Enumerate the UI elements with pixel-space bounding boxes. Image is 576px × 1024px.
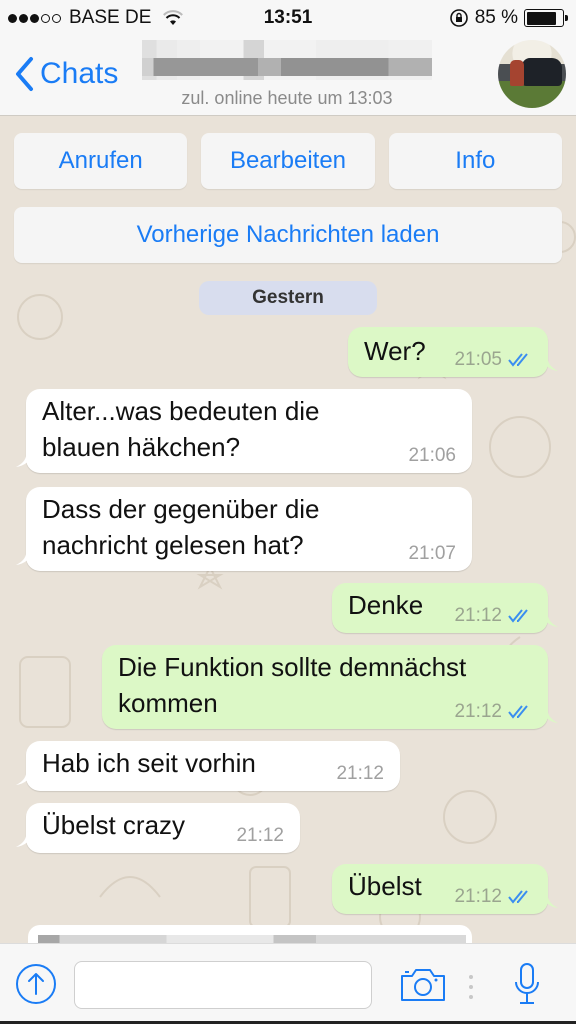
message-time: 21:06 [408,445,456,466]
call-button[interactable]: Anrufen [14,133,188,189]
bubble-tail [540,892,558,908]
message-bubble-incoming[interactable]: Übelst crazy 21:12 [16,803,300,853]
bubble-tail [16,549,34,565]
message-bubble-incoming[interactable]: Hab ich seit vorhin 21:12 [16,741,400,791]
message-composer [0,943,576,1021]
contact-name[interactable] [142,40,432,80]
message-bubble-incoming-obscured[interactable] [28,925,472,943]
obscured-content [38,935,466,943]
camera-icon [401,969,445,1001]
battery-icon [524,9,568,27]
message-meta: 21:12 [336,763,384,785]
message-bubble-incoming[interactable]: Alter...was bedeuten die blauen häkchen?… [16,389,472,473]
message-bubble-outgoing[interactable]: Denke 21:12 [332,583,558,633]
read-receipt-icon [508,353,528,367]
avatar-car-image [522,58,562,86]
message-text: Dass der gegenüber die nachricht gelesen… [42,494,320,560]
message-time: 21:12 [336,763,384,784]
attach-button[interactable] [14,962,58,1011]
back-label: Chats [40,57,119,90]
message-meta: 21:12 [454,886,532,908]
message-meta: 21:06 [408,445,456,467]
upload-arrow-icon [16,964,56,1004]
bubble-tail [16,831,34,847]
message-input[interactable] [74,961,372,1009]
info-button[interactable]: Info [388,133,562,189]
load-earlier-messages-button[interactable]: Vorherige Nachrichten laden [14,207,562,263]
message-time: 21:07 [408,543,456,564]
composer-divider [469,975,473,999]
microphone-icon [515,963,539,1004]
last-seen-status: zul. online heute um 13:03 [181,88,393,108]
message-time: 21:12 [454,886,502,907]
message-meta: 21:12 [454,605,532,627]
chevron-left-icon [16,57,33,91]
message-time: 21:12 [454,701,502,722]
contact-avatar[interactable] [498,40,566,108]
bubble-tail [16,769,34,785]
microphone-button[interactable] [513,962,541,1011]
bubble-tail [540,707,558,723]
message-meta: 21:05 [454,349,532,371]
message-text: Alter...was bedeuten die blauen häkchen? [42,396,320,462]
bubble-tail [540,611,558,627]
edit-button[interactable]: Bearbeiten [201,133,375,189]
message-time: 21:05 [454,349,502,370]
message-bubble-outgoing[interactable]: Übelst 21:12 [332,864,558,914]
read-receipt-icon [508,890,528,904]
read-receipt-icon [508,705,528,719]
camera-button[interactable] [400,966,446,1007]
status-bar: BASE DE 13:51 85 % [0,0,576,36]
chat-area[interactable]: Anrufen Bearbeiten Info Vorherige Nachri… [0,117,576,943]
chat-header: Chats zul. online heute um 13:03 [0,36,576,116]
read-receipt-icon [508,609,528,623]
chat-action-row: Anrufen Bearbeiten Info [14,133,562,189]
message-text: Hab ich seit vorhin [42,748,256,778]
date-separator: Gestern [199,281,377,315]
message-time: 21:12 [454,605,502,626]
status-right: 85 % [449,7,568,29]
message-bubble-incoming[interactable]: Dass der gegenüber die nachricht gelesen… [16,487,472,571]
bubble-tail [16,451,34,467]
avatar-person-image [510,60,524,86]
message-bubble-outgoing[interactable]: Wer? 21:05 [348,327,558,377]
message-time: 21:12 [236,825,284,846]
back-to-chats-button[interactable]: Chats [14,56,118,92]
orientation-lock-icon [449,9,468,27]
message-meta: 21:07 [408,543,456,565]
message-bubble-outgoing[interactable]: Die Funktion sollte demnächst kommen 21:… [102,645,558,729]
battery-percent: 85 % [474,7,518,28]
message-meta: 21:12 [454,701,532,723]
message-meta: 21:12 [236,825,284,847]
bubble-tail [540,355,558,371]
